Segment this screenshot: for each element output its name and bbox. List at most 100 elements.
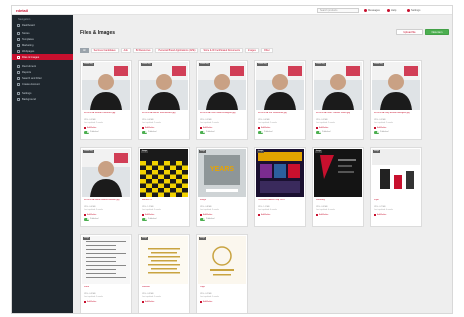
file-card[interactable]: Profile Img MOSOFIA Gary Brown/Gallagher.… (370, 60, 422, 140)
file-card[interactable]: Image Website JPG - 0.3 MB Last updated: 5 … (138, 234, 190, 313)
edit-link[interactable]: Edit/Delete (316, 126, 328, 129)
publish-toggle[interactable] (142, 131, 147, 134)
edit-icon (258, 213, 260, 216)
file-title[interactable]: Website (142, 286, 188, 292)
file-thumbnail[interactable] (140, 149, 188, 197)
edit-link[interactable]: Edit/Delete (316, 213, 328, 216)
sidebar-item-background[interactable]: Background (12, 96, 73, 102)
file-card[interactable]: Image Logo JPG - 0.2 MB Last updated: 5 wee… (196, 234, 248, 313)
new-item-button[interactable]: New item (425, 29, 449, 35)
filter-chip[interactable]: Ads (120, 48, 131, 53)
file-title[interactable]: MOSOFIA Martin Barrett Howton.jpg (84, 199, 130, 205)
filter-chip[interactable]: All (80, 48, 89, 53)
file-thumbnail[interactable] (198, 62, 246, 110)
file-thumbnail[interactable] (82, 149, 130, 197)
edit-link[interactable]: Edit/Delete (374, 213, 386, 216)
edit-icon (142, 126, 144, 129)
edit-link[interactable]: Edit/Delete (200, 126, 212, 129)
publish-toggle[interactable] (84, 131, 89, 134)
sidebar-item-label: Reports (22, 70, 32, 74)
sidebar-item-dashboard[interactable]: Dashboard (12, 22, 73, 28)
file-card[interactable]: Profile Img MOSOFIA Martin Barrett Howton… (80, 147, 132, 227)
publish-toggle[interactable] (142, 218, 147, 221)
file-title[interactable]: Warranty (316, 199, 362, 205)
publish-toggle[interactable] (258, 131, 263, 134)
edit-link[interactable]: Edit/Delete (142, 213, 154, 216)
file-title[interactable]: Logo (200, 286, 246, 292)
help-link[interactable]: Help (387, 8, 396, 13)
file-title[interactable]: Banner 02 (142, 199, 188, 205)
filter-chip[interactable]: IM Resources (132, 48, 154, 53)
file-title[interactable]: Christmas Advert Sep 2023 (258, 199, 304, 205)
file-title[interactable]: Flyer (374, 199, 420, 205)
edit-icon (200, 300, 202, 303)
publish-toggle[interactable] (200, 218, 205, 221)
sidebar-heading: Navigation (18, 18, 31, 21)
file-title[interactable]: MOSOFIA Sharda Lawrence.jpg (84, 112, 130, 118)
settings-link[interactable]: Settings (407, 8, 420, 13)
edit-link[interactable]: Edit/Delete (142, 300, 154, 303)
file-title[interactable]: MOSOFIA Dave Smith/Gallagher.jpg (200, 112, 246, 118)
file-thumbnail[interactable] (198, 236, 246, 284)
file-card[interactable]: Image Form JPG - 0.3 MB Last updated: 5 wee… (80, 234, 132, 313)
publish-toggle[interactable] (316, 131, 321, 134)
file-meta: JPG - 1.1 MB (258, 206, 270, 208)
file-title[interactable]: Image (200, 199, 246, 205)
file-thumbnail[interactable] (82, 236, 130, 284)
file-type-badge: Image (83, 237, 90, 240)
edit-link[interactable]: Edit/Delete (258, 126, 270, 129)
edit-link[interactable]: Edit/Delete (374, 126, 386, 129)
publish-toggle[interactable] (200, 131, 205, 134)
filter-chip[interactable]: Images (244, 48, 259, 53)
file-title[interactable]: MOSOFIA Gary Brown/Gallagher.jpg (374, 112, 420, 118)
file-card[interactable]: Profile Img MOSOFIA Jon Weatherall.jpg JPG… (254, 60, 306, 140)
file-thumbnail[interactable] (256, 62, 304, 110)
sidebar-item-create-account[interactable]: Create Account (12, 81, 73, 87)
filter-chip[interactable]: Other (260, 48, 273, 53)
file-title[interactable]: MOSOFIA Marius Stavrinoudis.jpg (142, 112, 188, 118)
file-title[interactable]: MOSOFIA Dean Thomas Smith.jpg (316, 112, 362, 118)
upload-button[interactable]: Upload file (396, 29, 423, 35)
file-thumbnail[interactable] (372, 149, 420, 197)
file-card[interactable]: YEARS Image Image JPG - 0.8 MB Last updated:… (196, 147, 248, 227)
file-thumbnail[interactable] (314, 62, 362, 110)
file-title[interactable]: Form (84, 286, 130, 292)
filter-chip[interactable]: Store & ID Certificated Documents (200, 48, 243, 53)
file-card[interactable]: Profile Img MOSOFIA Sharda Lawrence.jpg JP… (80, 60, 132, 140)
file-thumbnail[interactable] (140, 62, 188, 110)
filter-chip[interactable]: Services Candidates (90, 48, 119, 53)
sidebar-item-label: Background (22, 97, 36, 101)
file-card[interactable]: Image Banner 02 JPG - 1.2 MB Last updated: … (138, 147, 190, 227)
file-thumbnail[interactable] (256, 149, 304, 197)
file-thumbnail[interactable] (314, 149, 362, 197)
file-card[interactable]: Image Flyer JPG - 0.7 MB Last updated: 4 we… (370, 147, 422, 227)
edit-link[interactable]: Edit/Delete (142, 126, 154, 129)
search-input[interactable]: Search products (317, 8, 359, 13)
file-card[interactable]: Image Christmas Advert Sep 2023 JPG - 1.1 … (254, 147, 306, 227)
app-logo[interactable]: rdetail (16, 8, 28, 13)
sidebar-item-files-images[interactable]: Files & Images (12, 54, 73, 60)
edit-link[interactable]: Edit/Delete (258, 213, 270, 216)
publish-toggle[interactable] (84, 218, 89, 221)
file-card[interactable]: Profile Img MOSOFIA Dave Smith/Gallagher.… (196, 60, 248, 140)
file-thumbnail[interactable]: YEARS (198, 149, 246, 197)
file-thumbnail[interactable] (372, 62, 420, 110)
messages-link[interactable]: Messages (364, 8, 380, 13)
file-updated: Last updated: 3 weeks (200, 209, 219, 211)
filter-chip[interactable]: Personal Brand Applications (APE) (155, 48, 199, 53)
nav-icon (17, 43, 20, 47)
edit-link[interactable]: Edit/Delete (200, 300, 212, 303)
file-card[interactable]: Profile Img MOSOFIA Marius Stavrinoudis.j… (138, 60, 190, 140)
file-updated: Last updated: 5 weeks (142, 296, 161, 298)
file-card[interactable]: Profile Img MOSOFIA Dean Thomas Smith.jpg… (312, 60, 364, 140)
file-thumbnail[interactable] (82, 62, 130, 110)
edit-link[interactable]: Edit/Delete (84, 300, 96, 303)
file-title[interactable]: MOSOFIA Jon Weatherall.jpg (258, 112, 304, 118)
edit-link[interactable]: Edit/Delete (84, 126, 96, 129)
file-thumbnail[interactable] (140, 236, 188, 284)
top-bar: rdetail Search products Messages Help Se… (12, 6, 452, 15)
edit-link[interactable]: Edit/Delete (200, 213, 212, 216)
file-card[interactable]: Image Warranty JPG - 0.9 MB Last updated: 4… (312, 147, 364, 227)
publish-toggle[interactable] (374, 131, 379, 134)
edit-link[interactable]: Edit/Delete (84, 213, 96, 216)
